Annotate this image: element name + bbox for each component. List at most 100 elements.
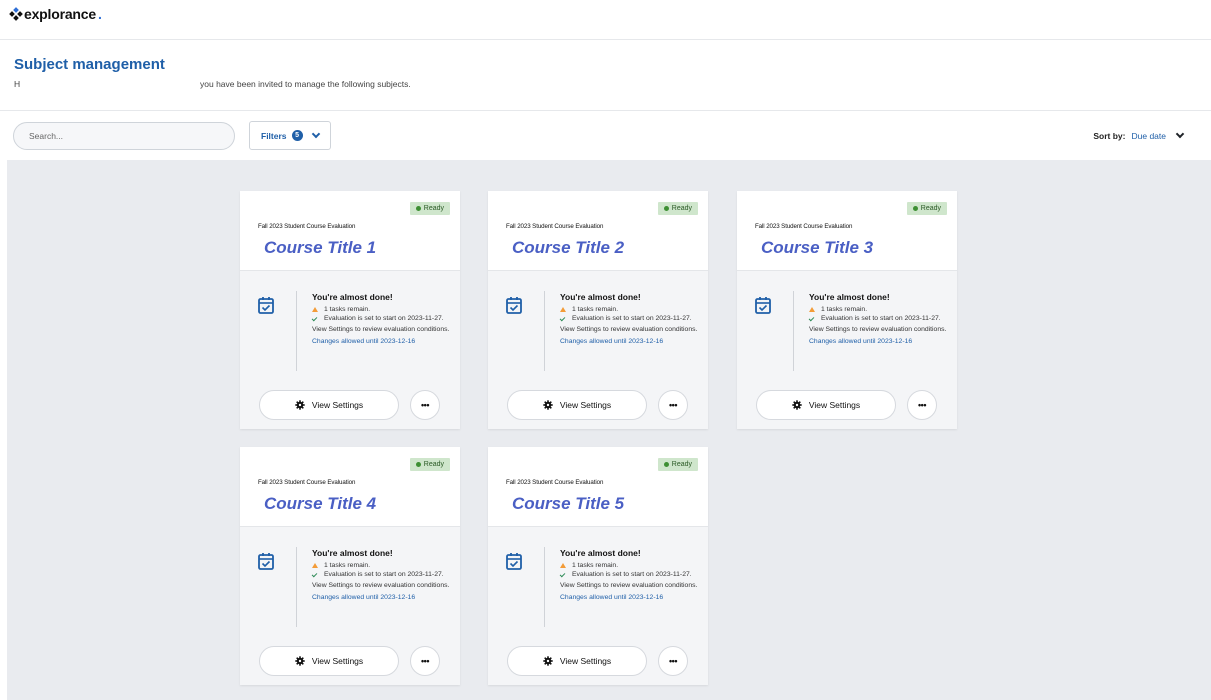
warning-icon [560,562,566,568]
status-label: Ready [671,461,692,468]
divider [544,547,545,627]
filters-label: Filters [261,130,287,141]
more-options-button[interactable]: ••• [410,390,440,420]
start-date-text: Evaluation is set to start on 2023-11-27… [821,315,941,323]
start-date-text: Evaluation is set to start on 2023-11-27… [324,571,444,579]
status-dot-icon [415,462,421,467]
more-options-button[interactable]: ••• [658,646,688,676]
status-details: You're almost done! 1 tasks remain. Eval… [808,292,949,347]
warning-icon [560,306,566,312]
status-heading: You're almost done! [312,292,393,302]
course-title: Course Title 2 [512,238,625,257]
status-label: Ready [423,205,444,212]
divider [544,291,545,371]
view-settings-label: View Settings [559,400,612,410]
tasks-remaining: 1 tasks remain. [821,305,868,313]
view-settings-button[interactable]: View Settings [507,390,647,420]
evaluation-name: Fall 2023 Student Course Evaluation [506,479,604,486]
subject-card: Ready Fall 2023 Student Course Evaluatio… [488,191,708,429]
status-label: Ready [671,205,692,212]
check-icon [311,571,318,578]
search-input[interactable] [13,121,235,150]
evaluation-name: Fall 2023 Student Course Evaluation [258,479,356,486]
settings-hint: View Settings to review evaluation condi… [560,581,698,589]
tasks-remaining: 1 tasks remain. [572,305,619,313]
course-title: Course Title 5 [512,494,625,513]
status-badge: Ready [409,202,450,215]
brand-logo[interactable]: explorance. [9,6,102,22]
status-details: You're almost done! 1 tasks remain. Eval… [559,548,700,603]
view-settings-button[interactable]: View Settings [756,390,896,420]
more-options-button[interactable]: ••• [658,390,688,420]
card-header: Ready Fall 2023 Student Course Evaluatio… [240,447,460,527]
warning-icon [312,562,318,568]
warning-icon [312,306,318,312]
top-bar: explorance. [0,0,1211,40]
subject-card-grid: Ready Fall 2023 Student Course Evaluatio… [7,160,1211,700]
view-settings-button[interactable]: View Settings [507,646,647,676]
check-icon [559,315,566,322]
page-title: Subject management [14,56,165,73]
more-options-button[interactable]: ••• [410,646,440,676]
view-settings-label: View Settings [311,656,364,666]
start-date-text: Evaluation is set to start on 2023-11-27… [572,315,692,323]
evaluation-name: Fall 2023 Student Course Evaluation [506,223,604,230]
status-badge: Ready [409,458,450,471]
calendar-check-icon [258,297,274,314]
status-dot-icon [912,206,918,211]
status-dot-icon [663,462,669,467]
check-icon [311,315,318,322]
divider [296,291,297,371]
view-settings-button[interactable]: View Settings [259,390,399,420]
card-body: You're almost done! 1 tasks remain. Eval… [240,271,460,429]
intro-text: you have been invited to manage the foll… [200,79,411,89]
calendar-check-icon [506,297,522,314]
brand-name: explorance [24,6,96,22]
start-date-text: Evaluation is set to start on 2023-11-27… [572,571,692,579]
subject-card: Ready Fall 2023 Student Course Evaluatio… [488,447,708,685]
more-options-button[interactable]: ••• [907,390,937,420]
status-details: You're almost done! 1 tasks remain. Eval… [559,292,700,347]
filters-button[interactable]: Filters 5 [249,121,331,150]
changes-deadline-link[interactable]: Changes allowed until 2023-12-16 [312,594,452,602]
status-details: You're almost done! 1 tasks remain. Eval… [311,548,452,603]
settings-hint: View Settings to review evaluation condi… [312,581,450,589]
view-settings-label: View Settings [559,656,612,666]
page-header: Subject management H you have been invit… [0,40,1211,111]
gear-icon [543,656,553,666]
settings-hint: View Settings to review evaluation condi… [312,325,450,333]
gear-icon [295,656,305,666]
sort-control[interactable]: Sort by: Due date [1093,129,1185,141]
gear-icon [792,400,802,410]
status-heading: You're almost done! [312,548,393,558]
gear-icon [543,400,553,410]
calendar-check-icon [506,553,522,570]
start-date-text: Evaluation is set to start on 2023-11-27… [324,315,444,323]
calendar-check-icon [755,297,771,314]
divider [296,547,297,627]
changes-deadline-link[interactable]: Changes allowed until 2023-12-16 [560,338,700,346]
sort-value: Due date [1131,130,1167,141]
card-header: Ready Fall 2023 Student Course Evaluatio… [737,191,957,271]
card-body: You're almost done! 1 tasks remain. Eval… [488,527,708,685]
changes-deadline-link[interactable]: Changes allowed until 2023-12-16 [312,338,452,346]
card-header: Ready Fall 2023 Student Course Evaluatio… [488,191,708,271]
changes-deadline-link[interactable]: Changes allowed until 2023-12-16 [560,594,700,602]
sort-label: Sort by: [1093,130,1126,141]
changes-deadline-link[interactable]: Changes allowed until 2023-12-16 [809,338,949,346]
settings-hint: View Settings to review evaluation condi… [560,325,698,333]
evaluation-name: Fall 2023 Student Course Evaluation [755,223,853,230]
course-title: Course Title 1 [264,238,377,257]
view-settings-button[interactable]: View Settings [259,646,399,676]
card-body: You're almost done! 1 tasks remain. Eval… [240,527,460,685]
tasks-remaining: 1 tasks remain. [572,561,619,569]
subject-card: Ready Fall 2023 Student Course Evaluatio… [737,191,957,429]
warning-icon [809,306,815,312]
settings-hint: View Settings to review evaluation condi… [809,325,947,333]
status-badge: Ready [657,202,698,215]
greeting-text: H [14,79,21,89]
subject-card: Ready Fall 2023 Student Course Evaluatio… [240,447,460,685]
tasks-remaining: 1 tasks remain. [324,561,371,569]
check-icon [559,571,566,578]
gear-icon [295,400,305,410]
